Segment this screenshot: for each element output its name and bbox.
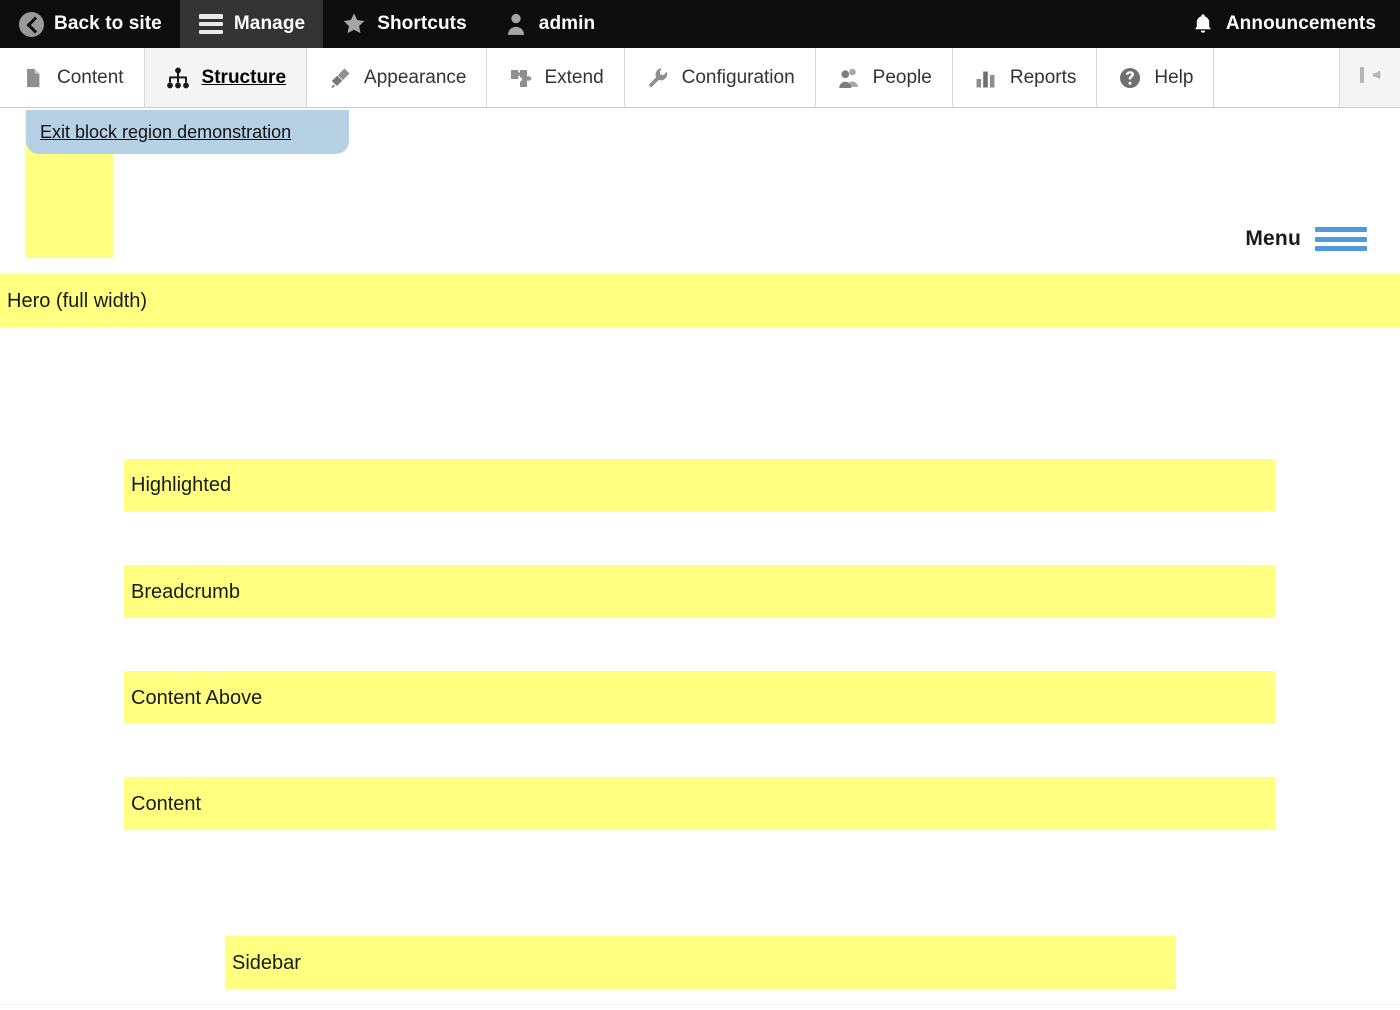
- page-icon: [20, 65, 46, 91]
- toolbar-shortcuts[interactable]: Shortcuts: [323, 0, 485, 48]
- tab-content[interactable]: Content: [0, 48, 145, 107]
- tab-people-label: People: [873, 67, 932, 89]
- toolbar-shortcuts-label: Shortcuts: [377, 13, 467, 35]
- tab-configuration[interactable]: Configuration: [625, 48, 816, 107]
- toolbar-back-to-site[interactable]: Back to site: [0, 0, 180, 48]
- toolbar-announcements-label: Announcements: [1226, 13, 1376, 35]
- bar-chart-icon: [973, 65, 999, 91]
- question-mark-circle-icon: [1117, 65, 1143, 91]
- toolbar-manage-label: Manage: [234, 13, 305, 35]
- tab-help-label: Help: [1154, 67, 1193, 89]
- puzzle-piece-icon: [507, 65, 533, 91]
- page-bottom-divider: [0, 1004, 1400, 1005]
- bell-icon: [1190, 11, 1216, 37]
- sitemap-icon: [165, 65, 191, 91]
- tab-appearance[interactable]: Appearance: [307, 48, 487, 107]
- tab-people[interactable]: People: [816, 48, 953, 107]
- back-arrow-icon: [18, 11, 44, 37]
- toolbar-user-label: admin: [539, 13, 595, 35]
- people-icon: [836, 65, 862, 91]
- region-content: Content: [124, 777, 1275, 830]
- region-breadcrumb-label: Breadcrumb: [131, 582, 240, 602]
- tab-structure-label: Structure: [202, 67, 286, 89]
- tab-reports[interactable]: Reports: [953, 48, 1098, 107]
- toolbar-orientation-toggle-button[interactable]: [1340, 48, 1400, 107]
- region-highlighted-label: Highlighted: [131, 475, 231, 495]
- region-sidebar: Sidebar: [225, 936, 1176, 989]
- paintbrush-icon: [327, 65, 353, 91]
- collapse-toolbar-icon: [1356, 63, 1384, 92]
- admin-toolbar-tray: Content Structure Appe: [0, 48, 1400, 108]
- exit-block-region-demonstration-message: Exit block region demonstration: [26, 110, 349, 154]
- region-hero: Hero (full width): [0, 274, 1400, 327]
- hamburger-menu-icon: [1315, 225, 1367, 253]
- wrench-icon: [645, 65, 671, 91]
- admin-toolbar-bar: Back to site Manage Shortcuts admin: [0, 0, 1400, 48]
- block-region-demonstration-page: Menu Hero (full width) Highlighted Bread…: [0, 109, 1400, 1010]
- tray-spacer: [1214, 48, 1340, 107]
- star-icon: [341, 11, 367, 37]
- region-sidebar-label: Sidebar: [232, 953, 301, 973]
- tab-extend-label: Extend: [544, 67, 603, 89]
- site-menu-toggle-label: Menu: [1245, 227, 1301, 251]
- tab-content-label: Content: [57, 67, 124, 89]
- site-menu-toggle-button[interactable]: Menu: [1245, 225, 1367, 253]
- region-content-above-label: Content Above: [131, 688, 262, 708]
- toolbar-spacer: [613, 0, 1172, 48]
- region-breadcrumb: Breadcrumb: [124, 565, 1275, 618]
- toolbar-announcements[interactable]: Announcements: [1172, 0, 1400, 48]
- exit-block-region-demonstration-link[interactable]: Exit block region demonstration: [40, 122, 291, 143]
- tab-reports-label: Reports: [1010, 67, 1077, 89]
- tab-appearance-label: Appearance: [364, 67, 466, 89]
- tab-structure[interactable]: Structure: [145, 48, 307, 107]
- region-content-above: Content Above: [124, 671, 1275, 724]
- tab-configuration-label: Configuration: [682, 67, 795, 89]
- tab-help[interactable]: Help: [1097, 48, 1214, 107]
- toolbar-manage[interactable]: Manage: [180, 0, 323, 48]
- toolbar-user-account[interactable]: admin: [485, 0, 613, 48]
- region-hero-label: Hero (full width): [7, 291, 147, 311]
- toolbar-back-to-site-label: Back to site: [54, 13, 162, 35]
- region-highlighted: Highlighted: [124, 459, 1275, 511]
- region-content-label: Content: [131, 794, 201, 814]
- tab-extend[interactable]: Extend: [487, 48, 624, 107]
- hamburger-icon: [198, 11, 224, 37]
- user-icon: [503, 11, 529, 37]
